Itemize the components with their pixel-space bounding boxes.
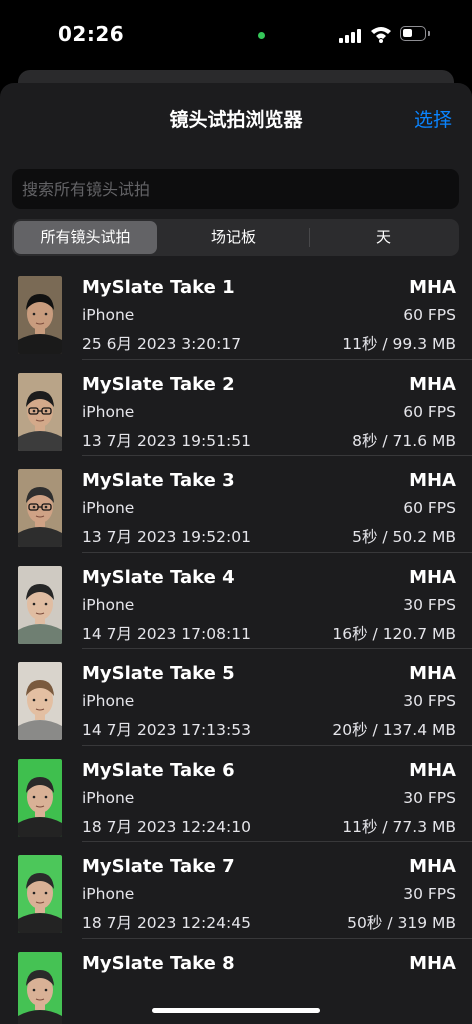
take-name: MySlate Take 6 — [82, 759, 235, 781]
take-format: MHA — [409, 952, 456, 974]
take-thumbnail — [18, 855, 62, 933]
take-thumbnail — [18, 662, 62, 740]
take-row[interactable]: MySlate Take 1 MHA iPhone 60 FPS 25 6月 2… — [0, 263, 472, 360]
wifi-icon — [371, 27, 391, 43]
take-format: MHA — [409, 277, 456, 298]
take-device: iPhone — [82, 402, 135, 421]
take-name: MySlate Take 1 — [82, 277, 235, 298]
take-name: MySlate Take 5 — [82, 663, 235, 684]
take-fps: 30 FPS — [403, 885, 456, 903]
take-name: MySlate Take 3 — [82, 470, 235, 491]
camera-indicator-icon — [258, 32, 265, 39]
take-format: MHA — [409, 856, 456, 877]
battery-icon — [400, 26, 426, 41]
take-device: iPhone — [82, 499, 135, 517]
segment-slate[interactable]: 场记板 — [159, 221, 308, 254]
battery-cap — [428, 31, 430, 36]
take-row[interactable]: MySlate Take 6 MHA iPhone 30 FPS 18 7月 2… — [0, 746, 472, 842]
take-thumbnail — [18, 565, 62, 644]
take-size: 5秒 / 50.2 MB — [352, 528, 456, 546]
take-name: MySlate Take 8 — [82, 952, 235, 974]
home-indicator[interactable] — [152, 1008, 320, 1013]
take-format: MHA — [409, 663, 456, 684]
status-time: 02:26 — [58, 22, 125, 46]
take-date: 18 7月 2023 12:24:45 — [82, 914, 251, 932]
page-title: 镜头试拍浏览器 — [169, 109, 303, 131]
cellular-signal-icon — [339, 27, 361, 43]
take-row[interactable]: MySlate Take 2 MHA iPhone 60 FPS 13 7月 2… — [0, 360, 472, 456]
take-fps: 60 FPS — [403, 402, 456, 421]
segment-all-takes[interactable]: 所有镜头试拍 — [14, 221, 157, 254]
take-row[interactable]: MySlate Take 5 MHA iPhone 30 FPS 14 7月 2… — [0, 649, 472, 746]
take-device: iPhone — [82, 306, 135, 324]
take-date: 13 7月 2023 19:51:51 — [82, 431, 251, 450]
take-size: 11秒 / 77.3 MB — [342, 817, 456, 836]
take-thumbnail — [18, 758, 62, 837]
take-size: 11秒 / 99.3 MB — [342, 335, 456, 353]
take-browser-sheet: 镜头试拍浏览器 选择 所有镜头试拍 场记板 天 MySlate Take 1 M… — [0, 83, 472, 1024]
take-thumbnail — [18, 951, 62, 1024]
take-fps: 30 FPS — [403, 788, 456, 807]
take-format: MHA — [409, 373, 456, 395]
take-device: iPhone — [82, 885, 135, 903]
take-device: iPhone — [82, 788, 135, 807]
take-list: MySlate Take 1 MHA iPhone 60 FPS 25 6月 2… — [0, 263, 472, 1024]
take-date: 13 7月 2023 19:52:01 — [82, 528, 251, 546]
take-device: iPhone — [82, 595, 135, 614]
take-date: 25 6月 2023 3:20:17 — [82, 335, 242, 353]
select-button[interactable]: 选择 — [414, 105, 452, 132]
take-row[interactable]: MySlate Take 7 MHA iPhone 30 FPS 18 7月 2… — [0, 842, 472, 939]
take-fps: 60 FPS — [403, 499, 456, 517]
status-bar: 02:26 — [0, 0, 472, 70]
take-name: MySlate Take 2 — [82, 373, 235, 395]
take-device: iPhone — [82, 692, 135, 710]
take-format: MHA — [409, 759, 456, 781]
take-date: 14 7月 2023 17:08:11 — [82, 624, 251, 643]
filter-segmented-control: 所有镜头试拍 场记板 天 — [12, 219, 459, 256]
take-fps: 30 FPS — [403, 692, 456, 710]
take-date: 18 7月 2023 12:24:10 — [82, 817, 251, 836]
take-date: 14 7月 2023 17:13:53 — [82, 721, 251, 739]
take-thumbnail — [18, 372, 62, 451]
take-size: 20秒 / 137.4 MB — [332, 721, 456, 739]
take-size: 50秒 / 319 MB — [347, 914, 456, 932]
take-row[interactable]: MySlate Take 4 MHA iPhone 30 FPS 14 7月 2… — [0, 553, 472, 649]
search-input[interactable] — [12, 169, 459, 209]
segment-day[interactable]: 天 — [310, 221, 457, 254]
take-size: 8秒 / 71.6 MB — [352, 431, 456, 450]
take-name: MySlate Take 7 — [82, 856, 235, 877]
take-format: MHA — [409, 470, 456, 491]
take-thumbnail — [18, 276, 62, 354]
take-name: MySlate Take 4 — [82, 566, 235, 588]
search-bar[interactable] — [12, 169, 459, 209]
take-size: 16秒 / 120.7 MB — [332, 624, 456, 643]
take-row[interactable]: MySlate Take 3 MHA iPhone 60 FPS 13 7月 2… — [0, 456, 472, 553]
take-fps: 60 FPS — [403, 306, 456, 324]
take-fps: 30 FPS — [403, 595, 456, 614]
take-format: MHA — [409, 566, 456, 588]
take-thumbnail — [18, 469, 62, 547]
